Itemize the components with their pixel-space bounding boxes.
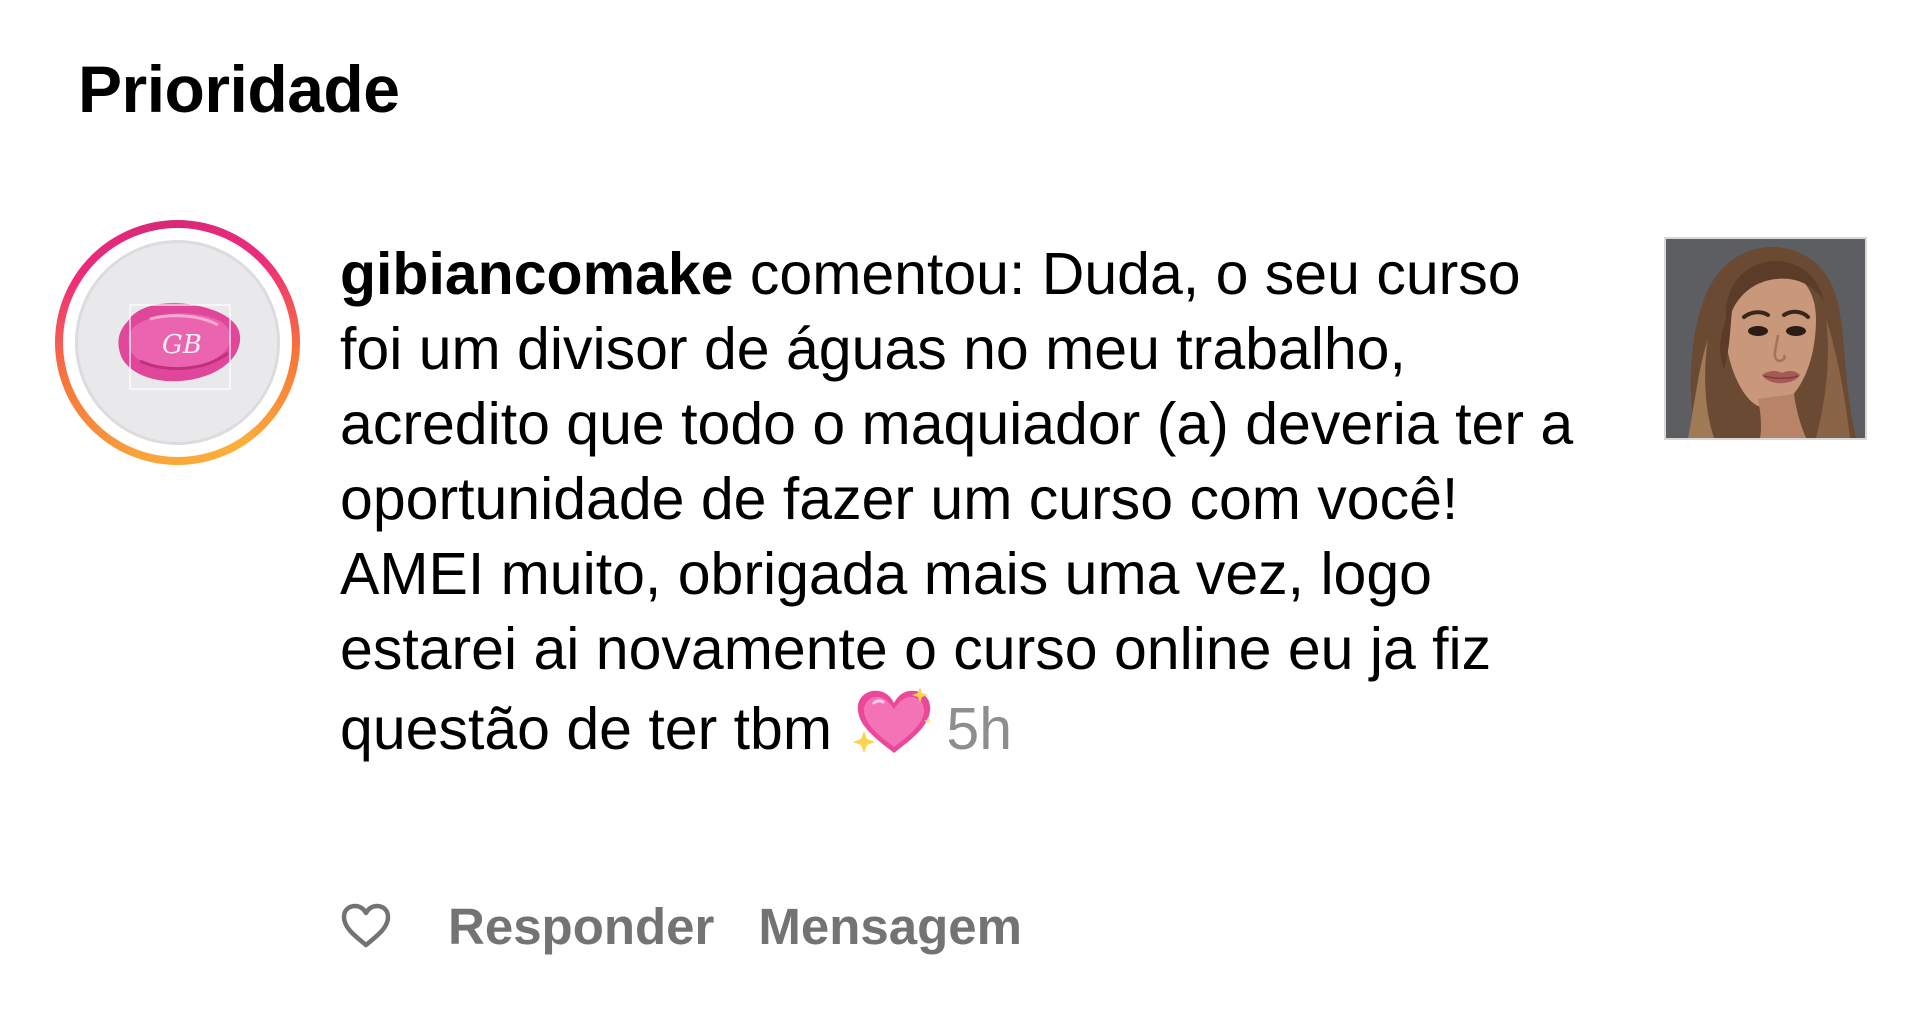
story-avatar[interactable]: GB <box>55 220 300 465</box>
portrait-image <box>1666 239 1865 438</box>
section-title-prioridade: Prioridade <box>78 52 400 126</box>
message-button[interactable]: Mensagem <box>758 897 1022 956</box>
username-link[interactable]: gibiancomake <box>340 241 733 307</box>
comment-body: gibiancomake comentou: Duda, o seu curso… <box>340 237 1580 767</box>
reply-button[interactable]: Responder <box>448 897 714 956</box>
avatar-ring-gap: GB <box>63 228 292 457</box>
comment-timestamp: 5h <box>946 696 1013 762</box>
comment-content: comentou: Duda, o seu curso foi um divis… <box>340 241 1574 762</box>
heart-outline-icon[interactable] <box>338 898 394 954</box>
gb-logo-icon: GB <box>118 303 241 390</box>
comment-notification[interactable]: GB gibiancomake comentou: Duda, o seu cu… <box>0 210 1920 970</box>
post-thumbnail[interactable] <box>1664 237 1867 440</box>
comment-actions: Responder Mensagem <box>338 890 1022 962</box>
avatar: GB <box>75 240 280 445</box>
avatar-monogram: GB <box>162 330 202 360</box>
sparkling-heart-icon <box>852 687 936 757</box>
